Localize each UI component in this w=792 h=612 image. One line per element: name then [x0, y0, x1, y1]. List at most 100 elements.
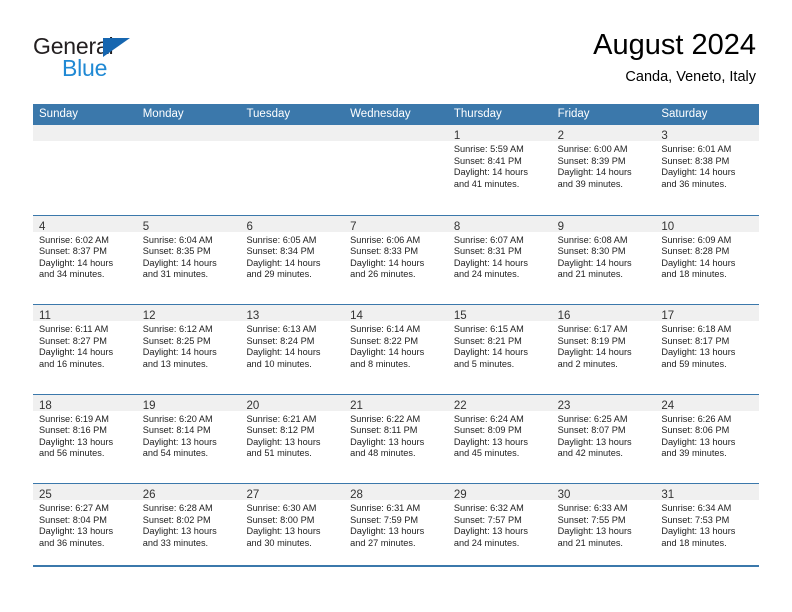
weekday-friday: Friday: [557, 108, 590, 120]
daylight-text-line2: and 36 minutes.: [39, 537, 105, 548]
calendar-bottom-rule: [33, 565, 759, 567]
day-info: Sunrise: 6:30 AM Sunset: 8:00 PM Dayligh…: [240, 500, 344, 549]
day-number-band: 25: [33, 484, 137, 501]
day-cell[interactable]: 17 Sunrise: 6:18 AM Sunset: 8:17 PM Dayl…: [655, 305, 760, 394]
day-cell[interactable]: 24 Sunrise: 6:26 AM Sunset: 8:06 PM Dayl…: [655, 394, 760, 483]
sunset-text: Sunset: 8:24 PM: [246, 335, 315, 346]
sunrise-text: Sunrise: 6:11 AM: [39, 324, 109, 334]
sunrise-text: Sunrise: 6:31 AM: [350, 503, 421, 513]
daylight-text-line1: Daylight: 13 hours: [557, 436, 632, 447]
sunrise-text: Sunrise: 6:32 AM: [453, 503, 524, 513]
day-cell[interactable]: 23 Sunrise: 6:25 AM Sunset: 8:07 PM Dayl…: [551, 394, 656, 483]
sunrise-text: Sunrise: 6:27 AM: [39, 503, 109, 513]
day-info: Sunrise: 6:02 AM Sunset: 8:37 PM Dayligh…: [33, 232, 137, 281]
sunrise-text: Sunrise: 6:14 AM: [350, 324, 421, 334]
daylight-text-line2: and 18 minutes.: [661, 269, 727, 280]
sunset-text: Sunset: 8:31 PM: [453, 246, 522, 257]
logo-text-blue: Blue: [62, 55, 108, 81]
daylight-text-line1: Daylight: 13 hours: [453, 436, 528, 447]
day-info: Sunrise: 6:21 AM Sunset: 8:12 PM Dayligh…: [240, 411, 344, 460]
day-cell[interactable]: 12 Sunrise: 6:12 AM Sunset: 8:25 PM Dayl…: [136, 305, 241, 394]
sunset-text: Sunset: 8:30 PM: [557, 246, 626, 257]
day-number: 19: [142, 399, 156, 412]
day-cell[interactable]: 19 Sunrise: 6:20 AM Sunset: 8:14 PM Dayl…: [136, 394, 241, 483]
day-cell[interactable]: 28 Sunrise: 6:31 AM Sunset: 7:59 PM Dayl…: [344, 484, 448, 573]
day-number-band: 11: [33, 305, 137, 322]
day-cell[interactable]: 20 Sunrise: 6:21 AM Sunset: 8:12 PM Dayl…: [240, 394, 345, 483]
day-cell[interactable]: [240, 125, 345, 215]
day-cell[interactable]: [136, 125, 241, 215]
day-cell[interactable]: 22 Sunrise: 6:24 AM Sunset: 8:09 PM Dayl…: [447, 394, 552, 483]
sunrise-text: Sunrise: 6:21 AM: [246, 413, 317, 424]
day-number: 12: [142, 310, 156, 322]
day-info: [240, 141, 344, 144]
daylight-text-line1: Daylight: 14 hours: [350, 257, 425, 268]
day-cell[interactable]: 18 Sunrise: 6:19 AM Sunset: 8:16 PM Dayl…: [33, 394, 137, 483]
day-cell[interactable]: 8 Sunrise: 6:07 AM Sunset: 8:31 PM Dayli…: [447, 215, 552, 304]
week-row: 4 Sunrise: 6:02 AM Sunset: 8:37 PM Dayli…: [33, 214, 760, 304]
daylight-text-line1: Daylight: 14 hours: [661, 257, 736, 268]
daylight-text-line1: Daylight: 14 hours: [453, 347, 528, 358]
sunset-text: Sunset: 8:39 PM: [557, 155, 626, 166]
day-cell[interactable]: 4 Sunrise: 6:02 AM Sunset: 8:37 PM Dayli…: [33, 215, 137, 304]
day-cell[interactable]: 31 Sunrise: 6:34 AM Sunset: 7:53 PM Dayl…: [655, 484, 760, 573]
day-cell[interactable]: 1 Sunrise: 5:59 AM Sunset: 8:41 PM Dayli…: [447, 125, 552, 215]
day-cell[interactable]: 16 Sunrise: 6:17 AM Sunset: 8:19 PM Dayl…: [551, 305, 656, 394]
daylight-text-line2: and 33 minutes.: [142, 537, 209, 548]
weekday-header-row: Sunday Monday Tuesday Wednesday Thursday…: [33, 104, 759, 125]
day-info: Sunrise: 6:08 AM Sunset: 8:30 PM Dayligh…: [552, 232, 656, 281]
daylight-text-line2: and 24 minutes.: [453, 537, 520, 548]
day-info: Sunrise: 6:11 AM Sunset: 8:27 PM Dayligh…: [33, 321, 137, 370]
sunset-text: Sunset: 8:33 PM: [350, 246, 419, 257]
day-number: 30: [557, 489, 571, 501]
daylight-text-line1: Daylight: 13 hours: [557, 526, 632, 537]
weekday-sunday: Sunday: [39, 108, 79, 120]
sunset-text: Sunset: 8:12 PM: [246, 425, 315, 436]
day-info: Sunrise: 6:19 AM Sunset: 8:16 PM Dayligh…: [33, 411, 137, 460]
daylight-text-line1: Daylight: 13 hours: [39, 526, 114, 537]
sunrise-text: Sunrise: 6:15 AM: [453, 324, 524, 334]
sunset-text: Sunset: 8:11 PM: [350, 425, 418, 436]
day-cell[interactable]: 11 Sunrise: 6:11 AM Sunset: 8:27 PM Dayl…: [33, 305, 137, 394]
daylight-text-line1: Daylight: 13 hours: [661, 347, 736, 358]
day-cell[interactable]: 21 Sunrise: 6:22 AM Sunset: 8:11 PM Dayl…: [344, 394, 448, 483]
daylight-text-line1: Daylight: 14 hours: [350, 347, 425, 358]
day-cell[interactable]: [344, 125, 448, 215]
day-cell[interactable]: 29 Sunrise: 6:32 AM Sunset: 7:57 PM Dayl…: [447, 484, 552, 573]
day-number: 13: [246, 310, 260, 322]
day-cell[interactable]: 25 Sunrise: 6:27 AM Sunset: 8:04 PM Dayl…: [33, 484, 137, 573]
day-cell[interactable]: [33, 125, 137, 215]
day-info: Sunrise: 6:31 AM Sunset: 7:59 PM Dayligh…: [344, 500, 448, 549]
day-number-band: 2: [551, 125, 656, 142]
day-info: Sunrise: 6:20 AM Sunset: 8:14 PM Dayligh…: [137, 411, 241, 460]
day-cell[interactable]: 27 Sunrise: 6:30 AM Sunset: 8:00 PM Dayl…: [240, 484, 345, 573]
day-cell[interactable]: 6 Sunrise: 6:05 AM Sunset: 8:34 PM Dayli…: [240, 215, 345, 304]
day-number-band: 20: [240, 394, 345, 412]
day-info: Sunrise: 6:33 AM Sunset: 7:55 PM Dayligh…: [552, 500, 656, 549]
day-info: Sunrise: 5:59 AM Sunset: 8:41 PM Dayligh…: [448, 141, 552, 190]
day-cell[interactable]: 26 Sunrise: 6:28 AM Sunset: 8:02 PM Dayl…: [136, 484, 241, 573]
daylight-text-line1: Daylight: 13 hours: [246, 436, 321, 447]
day-cell[interactable]: 7 Sunrise: 6:06 AM Sunset: 8:33 PM Dayli…: [344, 215, 448, 304]
day-number: 25: [39, 489, 52, 501]
general-blue-logo[interactable]: General Blue: [33, 33, 233, 81]
day-cell[interactable]: 5 Sunrise: 6:04 AM Sunset: 8:35 PM Dayli…: [136, 215, 241, 304]
daylight-text-line2: and 16 minutes.: [39, 358, 105, 369]
daylight-text-line2: and 56 minutes.: [39, 448, 105, 459]
day-number: 20: [246, 399, 260, 412]
day-cell[interactable]: 13 Sunrise: 6:13 AM Sunset: 8:24 PM Dayl…: [240, 305, 345, 394]
daylight-text-line1: Daylight: 14 hours: [246, 257, 321, 268]
day-cell[interactable]: 2 Sunrise: 6:00 AM Sunset: 8:39 PM Dayli…: [551, 125, 656, 215]
sunrise-text: Sunrise: 6:04 AM: [142, 234, 213, 245]
day-cell[interactable]: 30 Sunrise: 6:33 AM Sunset: 7:55 PM Dayl…: [551, 484, 656, 573]
daylight-text-line2: and 26 minutes.: [350, 269, 416, 280]
day-number-band: 27: [240, 484, 345, 501]
day-cell[interactable]: 3 Sunrise: 6:01 AM Sunset: 8:38 PM Dayli…: [655, 125, 760, 215]
day-cell[interactable]: 15 Sunrise: 6:15 AM Sunset: 8:21 PM Dayl…: [447, 305, 552, 394]
daylight-text-line2: and 45 minutes.: [453, 448, 520, 459]
day-cell[interactable]: 9 Sunrise: 6:08 AM Sunset: 8:30 PM Dayli…: [551, 215, 656, 304]
day-cell[interactable]: 14 Sunrise: 6:14 AM Sunset: 8:22 PM Dayl…: [344, 305, 448, 394]
day-info: Sunrise: 6:34 AM Sunset: 7:53 PM Dayligh…: [655, 500, 759, 549]
day-number-band: 1: [447, 125, 552, 142]
day-cell[interactable]: 10 Sunrise: 6:09 AM Sunset: 8:28 PM Dayl…: [655, 215, 760, 304]
